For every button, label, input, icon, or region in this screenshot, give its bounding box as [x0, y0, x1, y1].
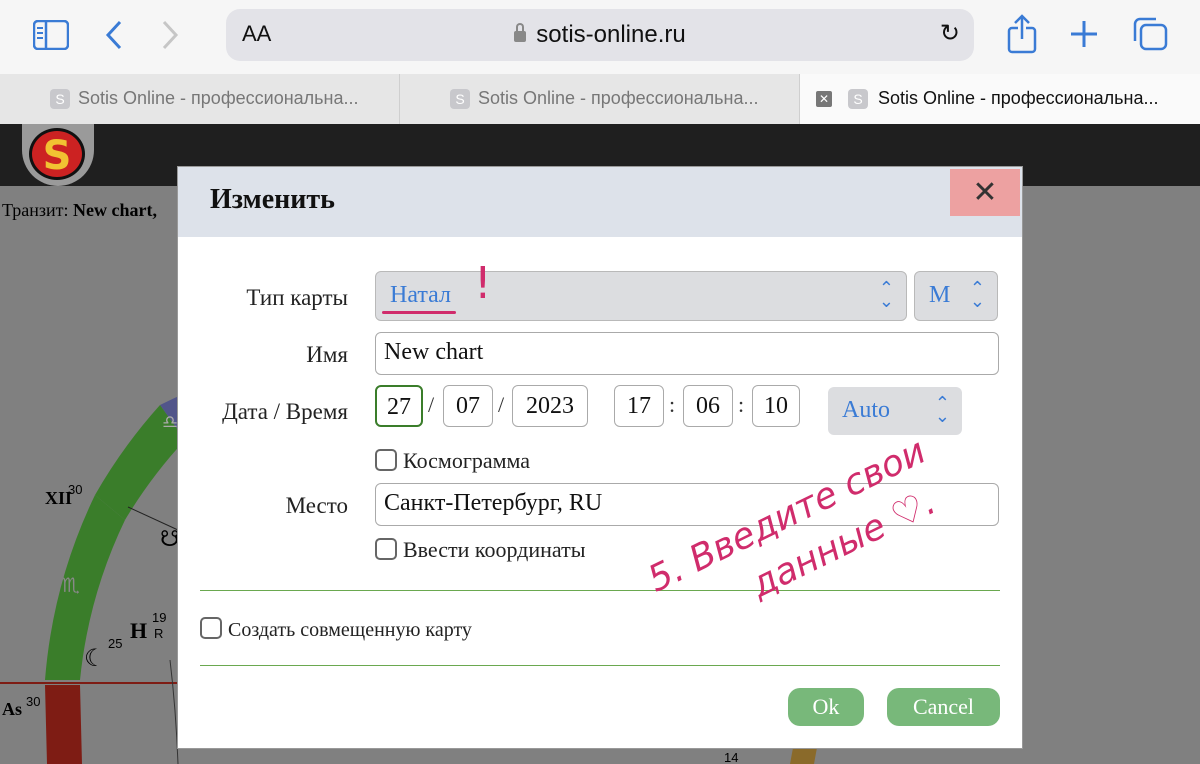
cosmogram-checkbox-row[interactable]: Космограмма — [375, 448, 530, 474]
second-input[interactable]: 10 — [752, 385, 800, 427]
chevron-right-icon[interactable] — [160, 20, 180, 54]
house-xii-degree: 30 — [68, 482, 82, 497]
place-label: Место — [285, 493, 348, 518]
logo-s-icon: S — [29, 128, 85, 180]
cancel-button[interactable]: Cancel — [887, 688, 1000, 726]
scorpio-icon: ♏ — [62, 573, 80, 597]
gender-value: M — [929, 282, 951, 308]
dialog-title: Изменить — [210, 184, 335, 215]
moon-icon: ☾ — [84, 644, 106, 672]
site-favicon-icon: S — [50, 89, 70, 109]
ascendant-degree: 30 — [26, 694, 40, 709]
cosmogram-label: Космограмма — [403, 448, 531, 473]
tab-title: Sotis Online - профессиональна... — [878, 88, 1159, 108]
tab-2[interactable]: S Sotis Online - профессиональна... — [400, 74, 800, 124]
month-input[interactable]: 07 — [443, 385, 493, 427]
date-separator: / — [498, 392, 505, 417]
day-input[interactable]: 27 — [375, 385, 423, 427]
site-favicon-icon: S — [848, 89, 868, 109]
gender-select[interactable]: M ⌃ ⌄ — [914, 271, 998, 321]
divider — [200, 665, 1000, 666]
reload-icon[interactable]: ↻ — [940, 19, 960, 47]
hour-input[interactable]: 17 — [614, 385, 664, 427]
coordinates-checkbox[interactable] — [375, 538, 397, 560]
dialog-header: Изменить ✕ — [178, 167, 1022, 237]
lock-icon — [514, 23, 527, 42]
datetime-label: Дата / Время — [222, 399, 348, 424]
time-separator: : — [669, 392, 676, 417]
ascendant-label: As — [2, 699, 22, 719]
retrograde-mark: R — [154, 626, 163, 641]
transit-line: Транзит: New chart, — [2, 200, 158, 220]
url-text[interactable]: sotis-online.ru — [226, 21, 974, 49]
chevron-left-icon[interactable] — [104, 20, 124, 54]
timezone-value: Auto — [842, 397, 890, 423]
share-icon[interactable] — [1006, 14, 1038, 58]
time-separator: : — [738, 392, 745, 417]
place-value: Санкт-Петербург, RU — [384, 490, 603, 516]
bottom-degree: 14 — [724, 750, 738, 764]
date-separator: / — [428, 392, 435, 417]
planet-degree: 19 — [152, 610, 166, 625]
handwritten-exclamation: ! — [474, 258, 492, 309]
browser-toolbar: AA sotis-online.ru ↻ — [0, 0, 1200, 74]
handwritten-underline — [382, 311, 456, 314]
tab-title: Sotis Online - профессиональна... — [78, 88, 359, 108]
divider — [200, 590, 1000, 591]
plus-icon[interactable] — [1068, 18, 1100, 54]
year-input[interactable]: 2023 — [512, 385, 588, 427]
tab-1[interactable]: S Sotis Online - профессиональна... — [0, 74, 400, 124]
cosmogram-checkbox[interactable] — [375, 449, 397, 471]
name-label: Имя — [306, 342, 348, 367]
composite-label: Создать совмещенную карту — [228, 619, 472, 641]
close-icon[interactable]: ✕ — [950, 169, 1020, 216]
tab-bar: S Sotis Online - профессиональна... S So… — [0, 74, 1200, 124]
site-favicon-icon: S — [450, 89, 470, 109]
tab-3-active[interactable]: ✕ S Sotis Online - профессиональна... — [800, 74, 1200, 124]
chart-type-value: Натал — [390, 282, 451, 308]
coordinates-label: Ввести координаты — [403, 537, 586, 562]
composite-checkbox[interactable] — [200, 617, 222, 639]
chevron-up-down-icon: ⌃ ⌄ — [878, 278, 894, 312]
sidebar-icon[interactable] — [32, 19, 70, 54]
minute-input[interactable]: 06 — [683, 385, 733, 427]
name-value: New chart — [384, 339, 484, 365]
composite-checkbox-row[interactable]: Создать совмещенную карту — [200, 617, 472, 642]
planet-symbol: H — [130, 618, 147, 643]
coordinates-checkbox-row[interactable]: Ввести координаты — [375, 537, 586, 563]
moon-degree: 25 — [108, 636, 122, 651]
tabs-icon[interactable] — [1132, 17, 1168, 55]
chevron-up-down-icon: ⌃ ⌄ — [969, 278, 985, 312]
libra-icon: ♎ — [162, 412, 178, 433]
chart-ring-segment — [45, 685, 82, 764]
address-bar[interactable]: AA sotis-online.ru ↻ — [226, 9, 974, 61]
inner-circle-arc — [169, 659, 179, 764]
node-icon: ☋ — [160, 527, 180, 552]
name-input[interactable]: New chart — [375, 332, 999, 375]
tab-title: Sotis Online - профессиональна... — [478, 88, 759, 108]
chart-type-label: Тип карты — [246, 285, 348, 310]
close-tab-icon[interactable]: ✕ — [816, 91, 832, 107]
ok-button[interactable]: Ok — [788, 688, 864, 726]
